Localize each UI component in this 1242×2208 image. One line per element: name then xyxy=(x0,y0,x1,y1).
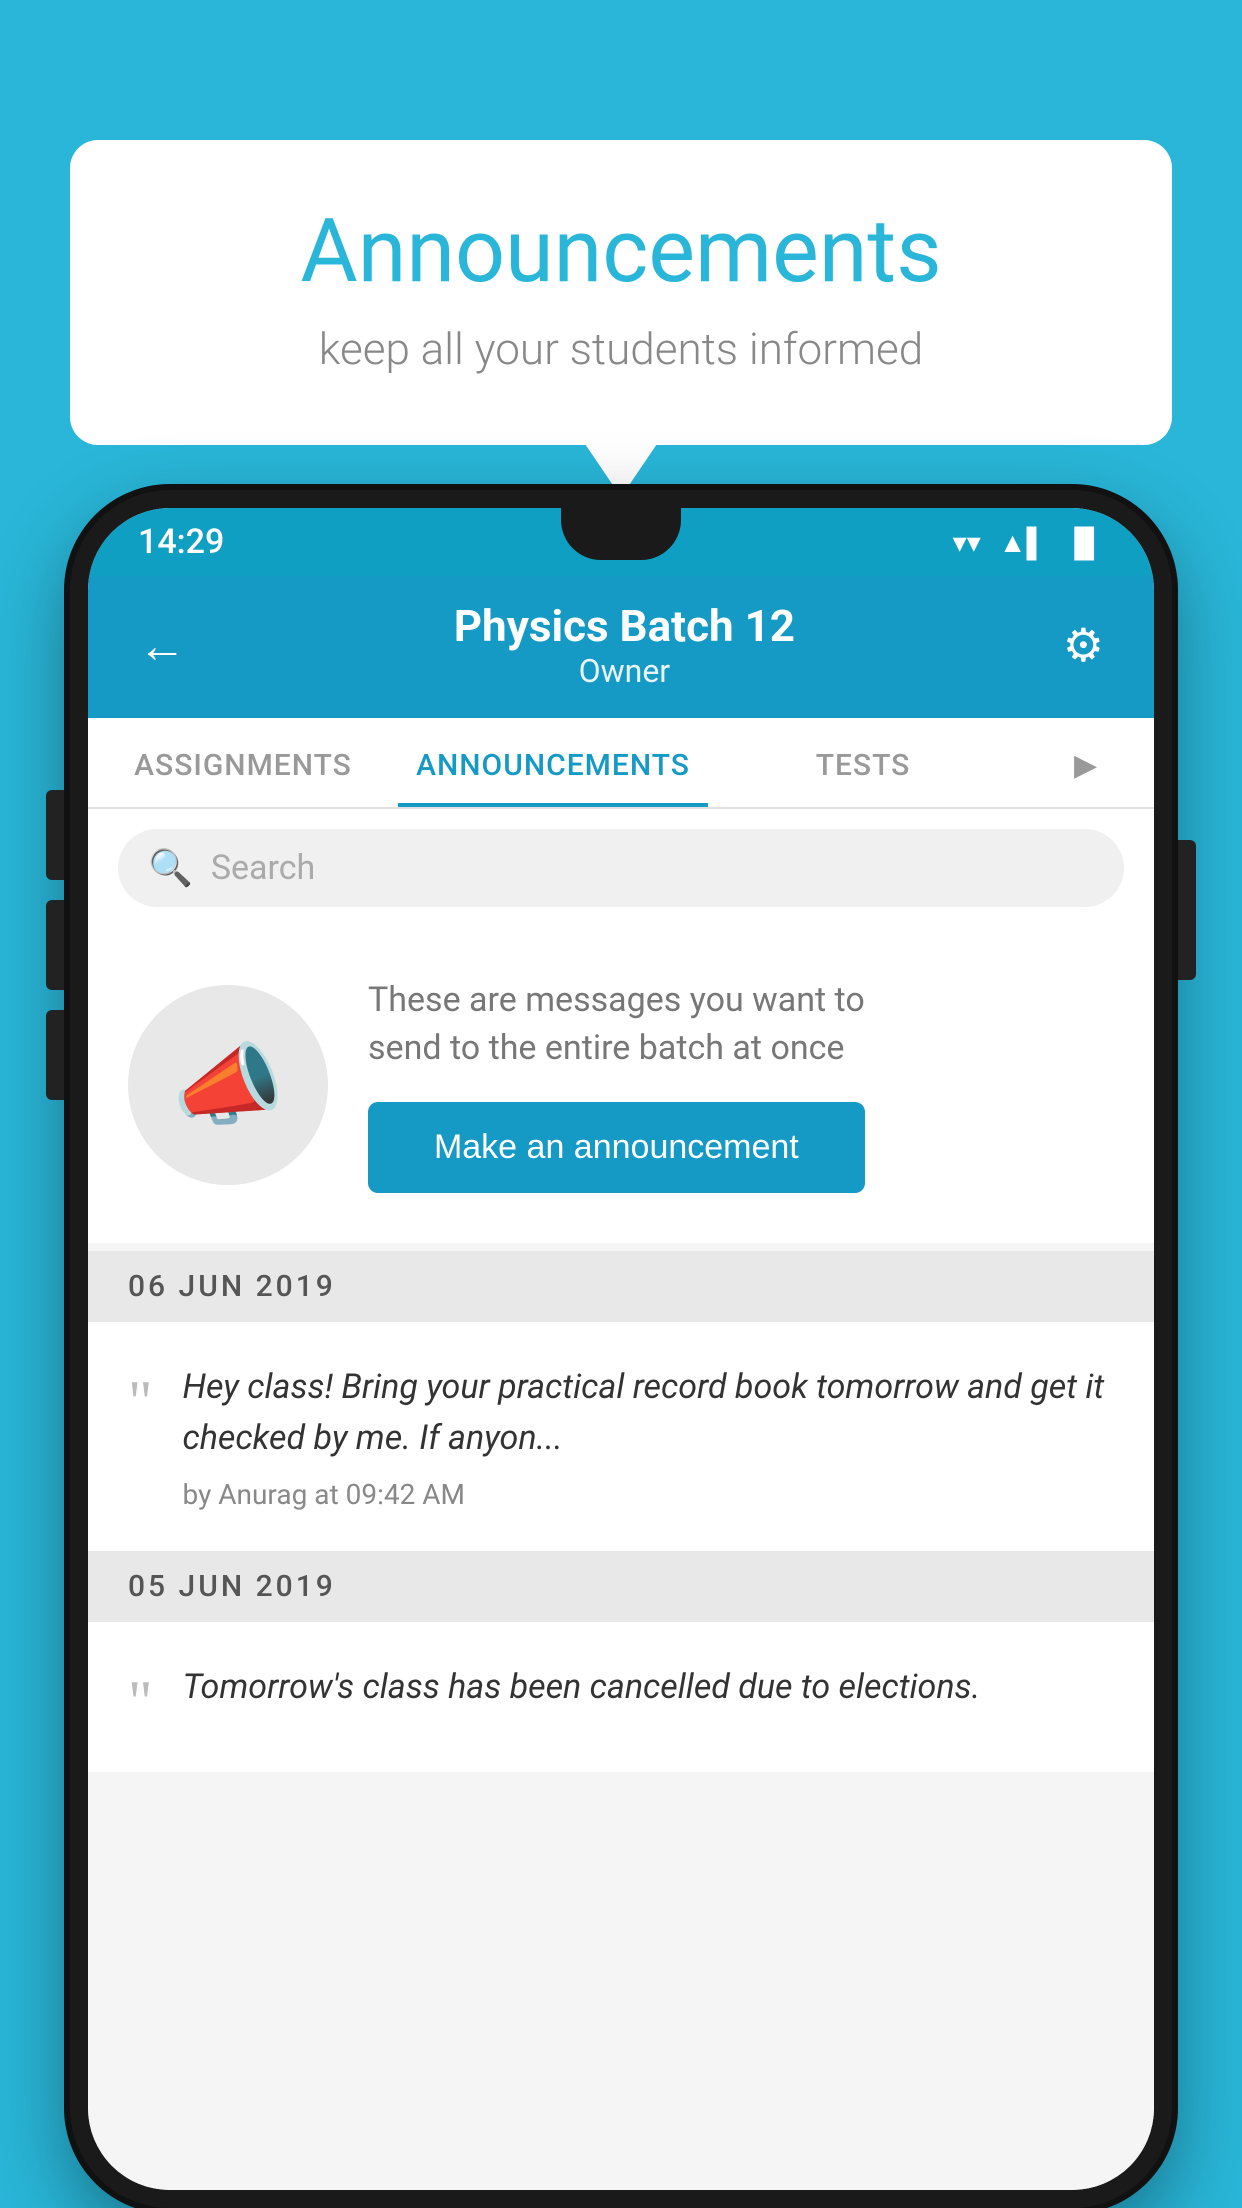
phone-frame: 14:29 ▾▾ ▲▌ ▐▌ ← Physics Batch 12 Owner … xyxy=(70,490,1172,2208)
tab-tests[interactable]: TESTS xyxy=(708,718,1018,807)
phone-screen: 14:29 ▾▾ ▲▌ ▐▌ ← Physics Batch 12 Owner … xyxy=(88,508,1154,2190)
announcement-text-area-2: Tomorrow's class has been cancelled due … xyxy=(183,1662,981,1727)
phone-notch xyxy=(561,508,681,560)
quote-icon-2: " xyxy=(128,1672,153,1732)
content-area: 🔍 Search 📣 These are messages you want t… xyxy=(88,809,1154,2190)
wifi-icon: ▾▾ xyxy=(953,526,981,559)
tabs-bar: ASSIGNMENTS ANNOUNCEMENTS TESTS ▶ xyxy=(88,718,1154,809)
batch-title: Physics Batch 12 xyxy=(454,600,795,652)
date-separator-1: 06 JUN 2019 xyxy=(88,1251,1154,1322)
search-container: 🔍 Search xyxy=(88,809,1154,927)
settings-icon[interactable]: ⚙ xyxy=(1063,618,1104,673)
speech-bubble-card: Announcements keep all your students inf… xyxy=(70,140,1172,445)
announcement-message-2: Tomorrow's class has been cancelled due … xyxy=(183,1662,981,1713)
quote-icon-1: " xyxy=(128,1372,153,1432)
announcement-item-2[interactable]: " Tomorrow's class has been cancelled du… xyxy=(88,1622,1154,1772)
search-icon: 🔍 xyxy=(148,847,193,889)
header-title-container: Physics Batch 12 Owner xyxy=(454,600,795,690)
announcement-empty-state: 📣 These are messages you want to send to… xyxy=(88,927,1154,1243)
announcement-item-1[interactable]: " Hey class! Bring your practical record… xyxy=(88,1322,1154,1551)
tab-more[interactable]: ▶ xyxy=(1018,718,1154,807)
empty-state-description: These are messages you want to send to t… xyxy=(368,977,865,1072)
empty-state-right: These are messages you want to send to t… xyxy=(368,977,865,1193)
megaphone-icon: 📣 xyxy=(172,1033,284,1138)
date-label-1: 06 JUN 2019 xyxy=(128,1269,336,1304)
bubble-subtitle: keep all your students informed xyxy=(150,323,1092,375)
tab-announcements[interactable]: ANNOUNCEMENTS xyxy=(398,718,708,807)
signal-icon: ▲▌ xyxy=(999,526,1047,559)
speech-bubble-section: Announcements keep all your students inf… xyxy=(70,140,1172,445)
search-input[interactable]: Search xyxy=(211,848,315,888)
status-icons: ▾▾ ▲▌ ▐▌ xyxy=(953,526,1104,559)
owner-label: Owner xyxy=(454,652,795,690)
date-label-2: 05 JUN 2019 xyxy=(128,1569,336,1604)
megaphone-circle: 📣 xyxy=(128,985,328,1185)
bubble-title: Announcements xyxy=(150,200,1092,303)
battery-icon: ▐▌ xyxy=(1064,526,1104,559)
date-separator-2: 05 JUN 2019 xyxy=(88,1551,1154,1622)
make-announcement-button[interactable]: Make an announcement xyxy=(368,1102,865,1193)
status-time: 14:29 xyxy=(138,522,224,562)
tab-assignments[interactable]: ASSIGNMENTS xyxy=(88,718,398,807)
app-header: ← Physics Batch 12 Owner ⚙ xyxy=(88,576,1154,718)
back-button[interactable]: ← xyxy=(138,617,186,674)
phone-container: 14:29 ▾▾ ▲▌ ▐▌ ← Physics Batch 12 Owner … xyxy=(70,490,1172,2208)
announcement-meta-1: by Anurag at 09:42 AM xyxy=(183,1478,1115,1511)
search-bar[interactable]: 🔍 Search xyxy=(118,829,1124,907)
announcement-message-1: Hey class! Bring your practical record b… xyxy=(183,1362,1115,1464)
announcement-text-area-1: Hey class! Bring your practical record b… xyxy=(183,1362,1115,1511)
